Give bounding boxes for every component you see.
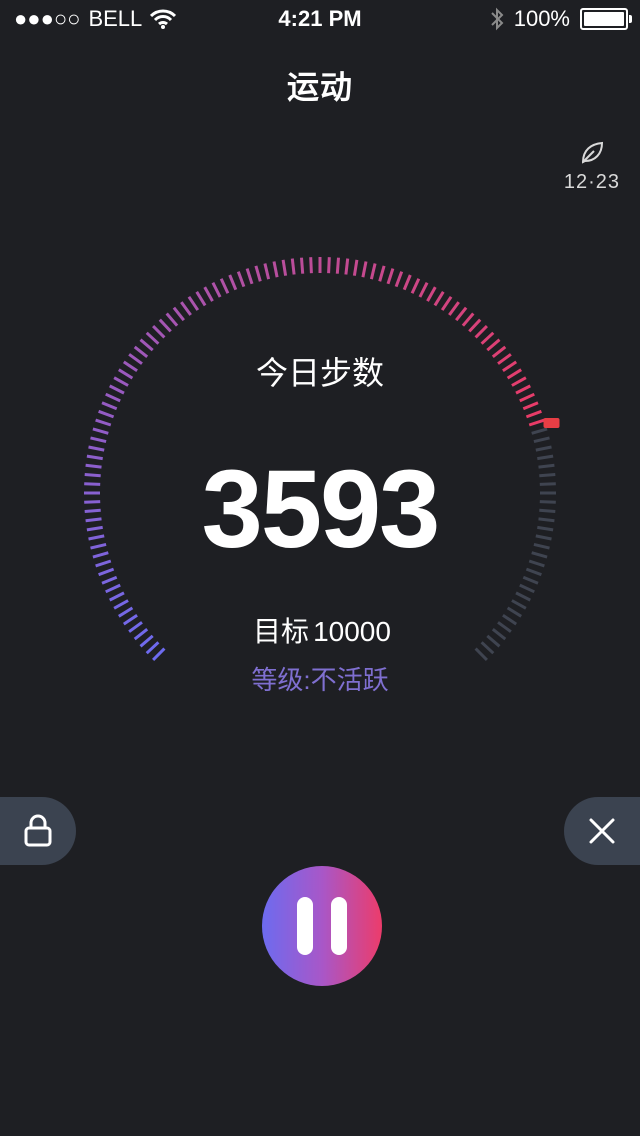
gauge-tick [511, 599, 527, 610]
gauge-tick [418, 282, 429, 298]
gauge-tick [525, 409, 542, 419]
gauge-tick [474, 647, 488, 661]
gauge-tick [245, 268, 254, 285]
gauge-tick [352, 259, 359, 276]
step-count: 3593 [201, 448, 441, 571]
pause-button[interactable] [262, 866, 382, 986]
pause-icon-left-bar [297, 897, 313, 955]
gauge-tick [290, 258, 296, 275]
gauge-tick [152, 325, 166, 339]
gauge-tick [533, 436, 550, 444]
gauge-tick [236, 271, 246, 288]
gauge-tick [461, 312, 475, 327]
gauge-tick [528, 418, 545, 427]
goal-value: 10000 [313, 616, 391, 647]
goal-label: 目标 [253, 616, 310, 647]
gauge-tick [522, 575, 539, 585]
lock-icon [24, 814, 52, 847]
gauge-tick [105, 392, 121, 403]
gauge-tick [228, 274, 238, 291]
gauge-tick [187, 295, 200, 311]
gauge-tick [519, 583, 535, 594]
lock-button[interactable] [0, 797, 76, 865]
gauge-tick [109, 591, 125, 602]
gauge-tick [361, 261, 368, 278]
gauge-tick [531, 427, 548, 435]
gauge-tick [468, 318, 482, 333]
gauge-tick [378, 265, 386, 282]
gauge-tick [327, 257, 331, 274]
gauge-tick [95, 418, 112, 427]
gauge-tick [335, 257, 340, 274]
gauge-tick [172, 306, 185, 322]
gauge-tick [522, 401, 539, 411]
gauge-tick [152, 647, 166, 661]
gauge-tick [394, 271, 404, 288]
gauge-tick [281, 259, 288, 276]
pause-icon-right-bar [331, 897, 347, 955]
gauge-tick [480, 331, 495, 345]
goal-row: 目标 10000 [0, 610, 640, 650]
gauge-tick [92, 427, 109, 435]
gauge-tick [369, 263, 377, 280]
gauge-tick [272, 261, 279, 278]
gauge-tick [211, 282, 222, 298]
close-icon [589, 818, 615, 844]
today-steps-label: 今日步数 [255, 355, 384, 391]
gauge-tick [90, 436, 107, 444]
gauge-tick [300, 257, 305, 274]
gauge-tick [101, 401, 118, 411]
gauge-tick [158, 318, 172, 333]
gauge-tick [165, 312, 179, 327]
gauge-tick [426, 286, 437, 302]
gauge-tick [402, 274, 412, 291]
close-button[interactable] [564, 797, 640, 865]
gauge-tick [455, 306, 468, 322]
gauge-tick [515, 591, 531, 602]
gauge-tick [195, 291, 207, 307]
gauge-tick [344, 258, 350, 275]
gauge-tick [101, 575, 118, 585]
gauge-tick [474, 325, 488, 339]
gauge-tick [113, 599, 129, 610]
gauge-tick [410, 278, 421, 294]
gauge-tick [219, 278, 230, 294]
gauge-tick [263, 263, 271, 280]
gauge-tick [386, 268, 395, 285]
gauge-tick [145, 331, 160, 345]
gauge-tick [448, 301, 460, 316]
gauge-tick [105, 583, 121, 594]
gauge-tick [203, 286, 214, 302]
gauge-progress-marker [543, 418, 560, 428]
gauge-tick [180, 301, 192, 316]
gauge-tick [433, 291, 445, 307]
gauge-tick [440, 295, 453, 311]
gauge-tick [254, 265, 262, 282]
gauge-tick [309, 257, 313, 274]
gauge-tick [98, 409, 115, 419]
gauge-tick [519, 392, 535, 403]
activity-level: 等级:不活跃 [251, 665, 389, 695]
